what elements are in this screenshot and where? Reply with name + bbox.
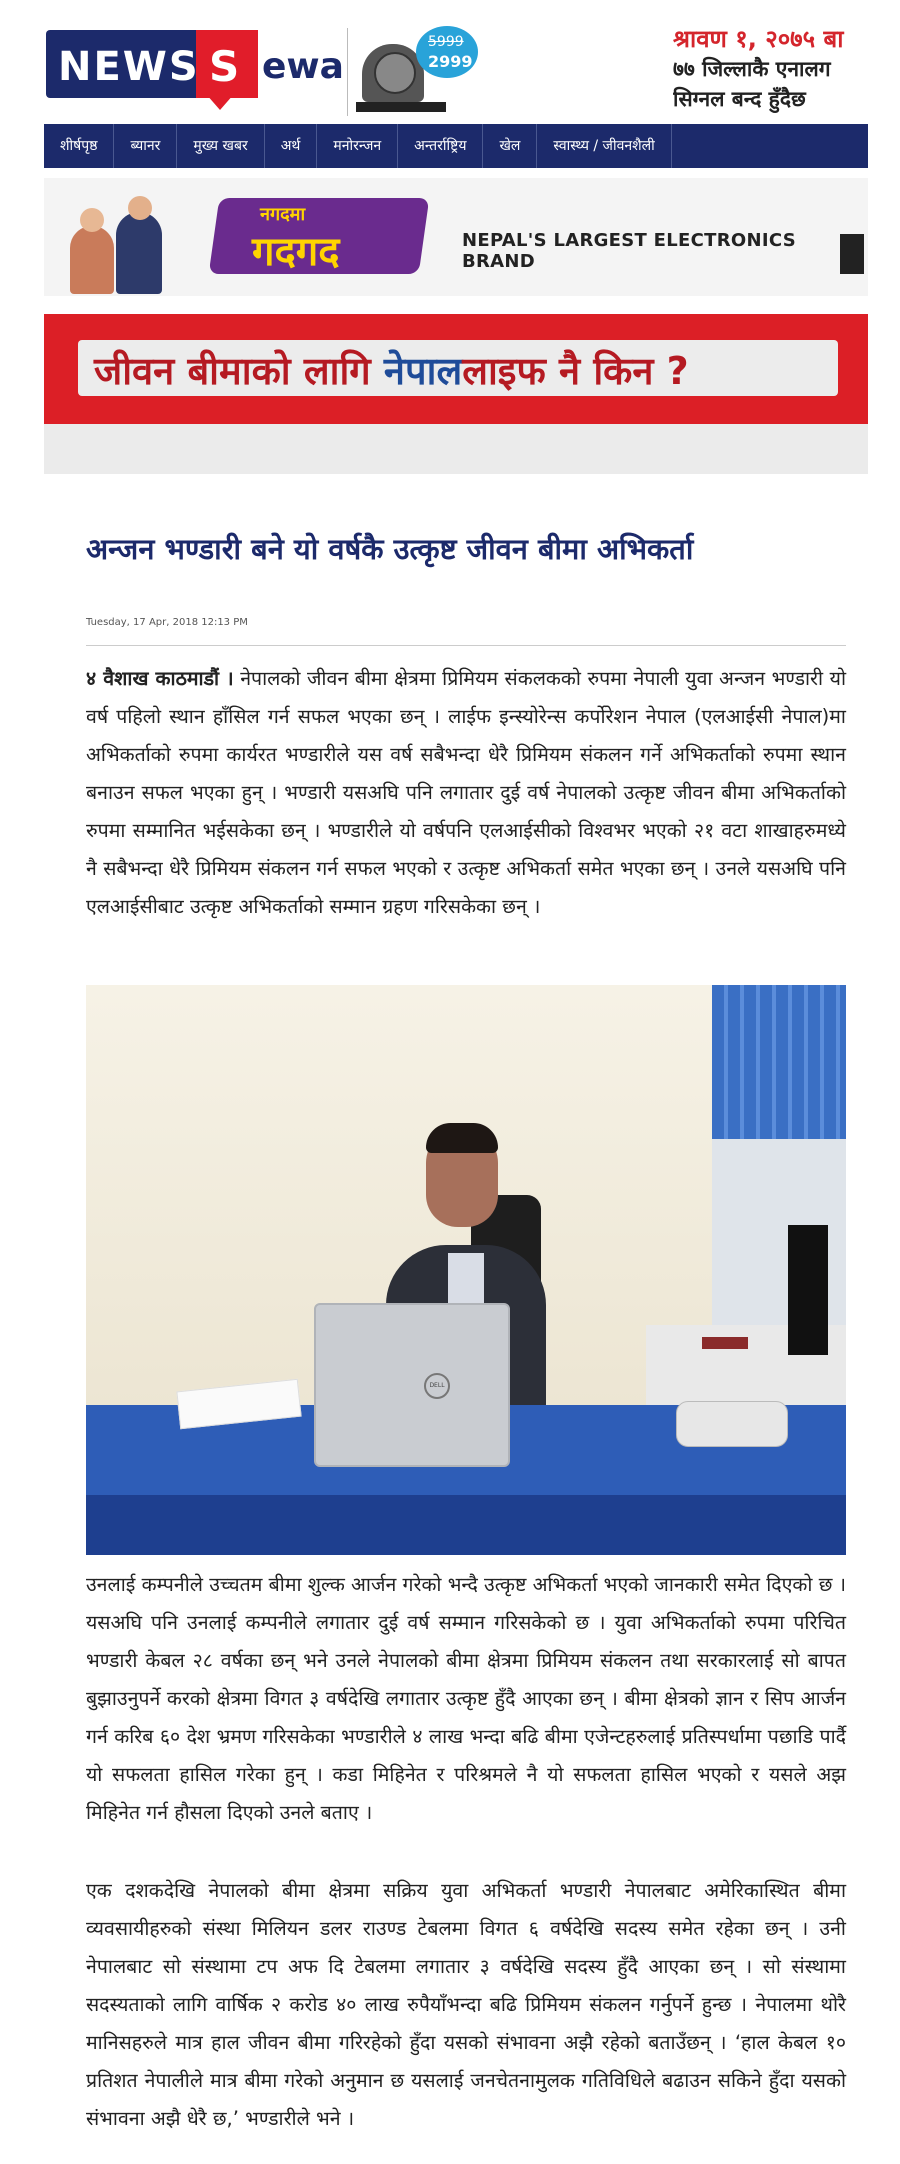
header-divider bbox=[347, 28, 348, 116]
main-nav: शीर्षपृष्ठ ब्यानर मुख्य खबर अर्थ मनोरन्ज… bbox=[44, 124, 868, 168]
nav-item-entertainment[interactable]: मनोरन्जन bbox=[317, 124, 399, 168]
dish-icon bbox=[374, 52, 416, 94]
article-date: Tuesday, 17 Apr, 2018 12:13 PM bbox=[86, 617, 248, 628]
ad-spacer bbox=[44, 424, 868, 474]
photo-laptop: DELL bbox=[314, 1303, 510, 1467]
ad-logo-main: गदगद bbox=[252, 229, 340, 275]
site-logo[interactable]: NEWS S ewa bbox=[46, 30, 344, 110]
page: NEWS S ewa 5999 2999 श्रावण १, २०७५ बा ७… bbox=[44, 0, 868, 2130]
electronics-banner-ad[interactable]: नगदमा गदगद NEPAL'S LARGEST ELECTRONICS B… bbox=[44, 178, 868, 296]
photo-book bbox=[702, 1337, 748, 1349]
title-rule bbox=[86, 645, 846, 646]
article-paragraph-2: उनलाई कम्पनीले उच्चतम बीमा शुल्क आर्जन ग… bbox=[86, 1573, 846, 1824]
ad-brand-line: NEPAL'S LARGEST ELECTRONICS BRAND bbox=[462, 230, 796, 272]
article-paragraph-1: ४ वैशाख काठमाडौं । नेपालको जीवन बीमा क्ष… bbox=[86, 660, 846, 926]
article-photo: DELL bbox=[86, 985, 846, 1555]
ad-couple-image bbox=[70, 196, 170, 294]
nav-item-banner[interactable]: ब्यानर bbox=[114, 124, 178, 168]
header-news-line-1: श्रावण १, २०७५ बा bbox=[673, 25, 844, 53]
article-paragraph-3: एक दशकदेखि नेपालको बीमा क्षेत्रमा सक्रिय… bbox=[86, 1879, 846, 2130]
article-paragraph-1-text: नेपालको जीवन बीमा क्षेत्रमा प्रिमियम संक… bbox=[86, 667, 846, 918]
photo-desk-edge bbox=[86, 1495, 846, 1555]
article-title: अन्जन भण्डारी बने यो वर्षकै उत्कृष्ट जीव… bbox=[86, 532, 694, 567]
photo-monitor bbox=[788, 1225, 828, 1355]
ad-man-head bbox=[128, 196, 152, 220]
logo-news-text: NEWS bbox=[58, 44, 200, 90]
logo-ewa-text: ewa bbox=[262, 46, 344, 87]
header-news-ad[interactable]: श्रावण १, २०७५ बा ७७ जिल्लाकै एनालग सिग्… bbox=[673, 24, 873, 114]
laptop-logo-icon: DELL bbox=[424, 1373, 450, 1399]
nav-item-health-lifestyle[interactable]: स्वास्थ्य / जीवनशैली bbox=[537, 124, 672, 168]
ad2-part3: लाइफ bbox=[462, 349, 546, 393]
logo-speech-tail bbox=[206, 94, 234, 110]
photo-man-hair bbox=[426, 1123, 498, 1153]
site-header: NEWS S ewa 5999 2999 श्रावण १, २०७५ बा ७… bbox=[44, 0, 868, 128]
photo-desk-phone bbox=[676, 1401, 788, 1447]
nav-item-economy[interactable]: अर्थ bbox=[265, 124, 318, 168]
ad-campaign-logo: नगदमा गदगद bbox=[208, 198, 434, 278]
life-insurance-banner-ad[interactable]: जीवन बीमाको लागि नेपाललाइफ नै किन ? bbox=[44, 314, 868, 424]
ad-man-figure bbox=[116, 212, 162, 294]
nav-item-international[interactable]: अन्तर्राष्ट्रिय bbox=[398, 124, 484, 168]
ad-appliance-icon bbox=[840, 234, 864, 274]
ad2-part4: नै किन ? bbox=[545, 349, 689, 393]
article-dateline: ४ वैशाख काठमाडौं । bbox=[86, 667, 234, 690]
photo-window-blind bbox=[712, 985, 846, 1139]
ad-woman-head bbox=[80, 208, 104, 232]
header-news-line-3: सिग्नल बन्द हुँदैछ bbox=[673, 87, 806, 111]
nav-item-main-news[interactable]: मुख्य खबर bbox=[177, 124, 265, 168]
settop-box bbox=[356, 102, 446, 112]
ad-woman-figure bbox=[70, 226, 114, 294]
ad2-part1: जीवन बीमाको लागि bbox=[94, 349, 384, 393]
ad2-headline: जीवन बीमाको लागि नेपाललाइफ नै किन ? bbox=[94, 344, 689, 396]
nav-item-home[interactable]: शीर्षपृष्ठ bbox=[44, 124, 115, 168]
old-price: 5999 bbox=[428, 34, 464, 50]
logo-s-text: S bbox=[209, 42, 240, 91]
new-price: 2999 bbox=[428, 52, 473, 71]
dish-tv-ad[interactable]: 5999 2999 bbox=[356, 26, 506, 116]
ad2-part2: नेपाल bbox=[383, 349, 463, 393]
header-news-line-2: ७७ जिल्लाकै एनालग bbox=[673, 57, 831, 81]
nav-item-sports[interactable]: खेल bbox=[483, 124, 538, 168]
